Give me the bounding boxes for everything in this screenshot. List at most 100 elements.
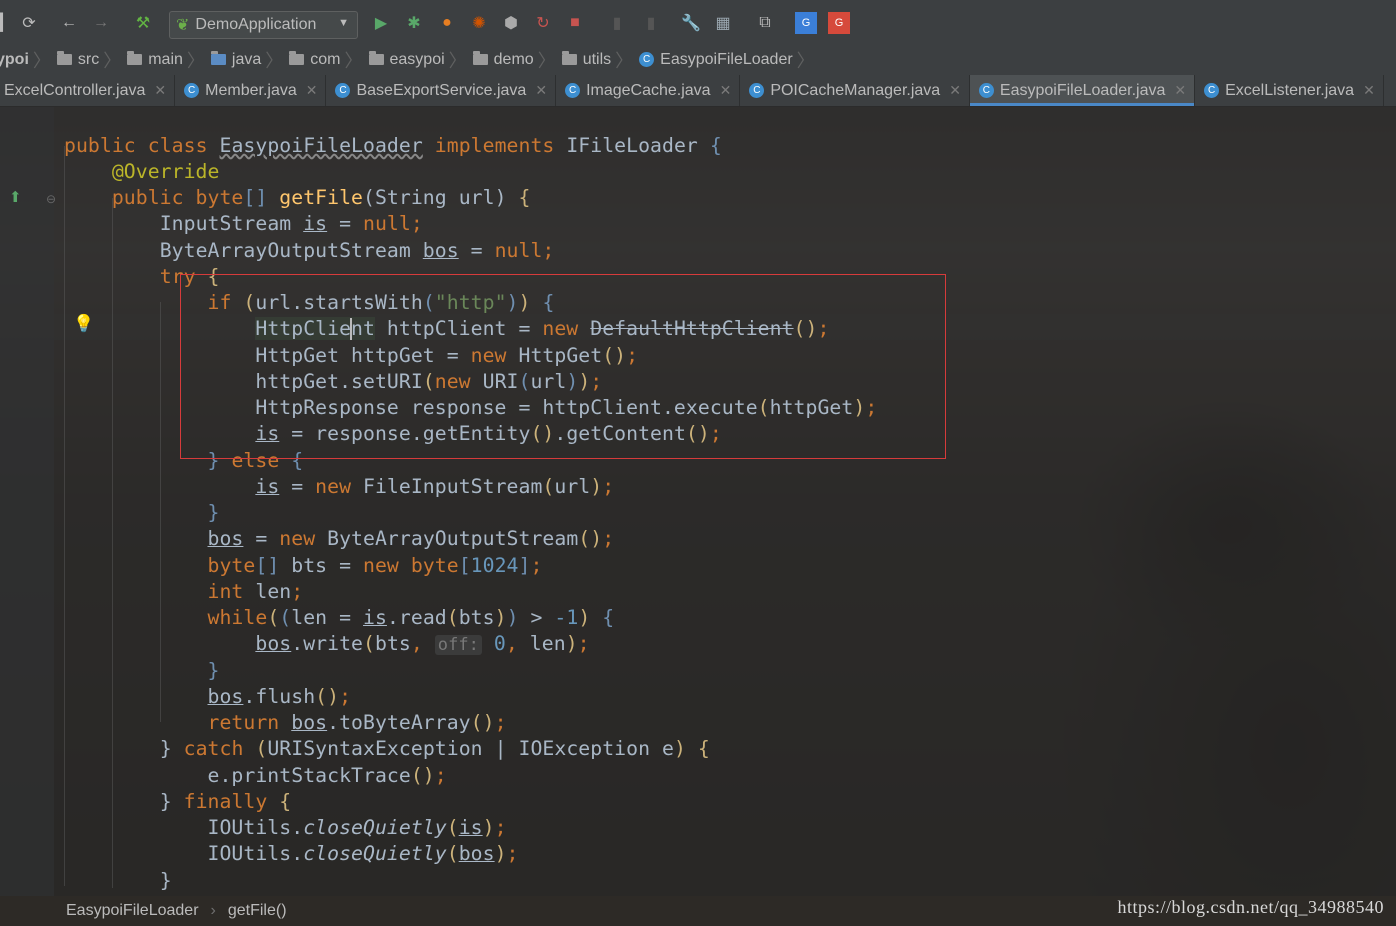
google-translate-icon[interactable]: G bbox=[795, 12, 817, 34]
structure-path-method[interactable]: getFile() bbox=[228, 902, 287, 920]
breadcrumb-src[interactable]: src bbox=[51, 51, 103, 69]
code-token: EasypoiFileLoader bbox=[219, 134, 423, 157]
breadcrumb-easypoi[interactable]: easypoi bbox=[363, 51, 449, 69]
breadcrumb-project[interactable]: ypoi bbox=[0, 51, 33, 69]
code-line: } bbox=[207, 659, 220, 682]
code-line: bos = new ByteArrayOutputStream(); bbox=[207, 527, 615, 550]
close-icon[interactable]: ✕ bbox=[1174, 82, 1186, 99]
code-token: 0 bbox=[493, 632, 506, 655]
breadcrumb-separator: 〉 bbox=[344, 50, 363, 71]
breadcrumb-class[interactable]: C EasypoiFileLoader bbox=[633, 51, 797, 69]
breadcrumb-separator: 〉 bbox=[796, 50, 815, 71]
code-line: InputStream is = null; bbox=[159, 212, 423, 235]
breadcrumb-java[interactable]: java bbox=[205, 51, 265, 69]
tab-poi-cache-manager[interactable]: C POICacheManager.java ✕ bbox=[740, 75, 970, 106]
code-line: } finally { bbox=[159, 790, 292, 813]
code-token: getFile bbox=[279, 186, 364, 209]
tab-label: Member.java bbox=[205, 81, 297, 99]
build-hammer-icon[interactable]: ⚒ bbox=[132, 12, 154, 34]
google-translate-alt-icon[interactable]: G bbox=[828, 12, 850, 34]
close-icon[interactable]: ✕ bbox=[154, 82, 166, 99]
code-line: } else { bbox=[207, 449, 304, 472]
class-icon: C bbox=[978, 83, 994, 98]
code-line: bos.write(bts, off: 0, len); bbox=[255, 632, 590, 655]
code-line: ByteArrayOutputStream bos = null; bbox=[159, 239, 555, 262]
text-caret bbox=[350, 318, 352, 340]
code-token: closeQuietly bbox=[303, 816, 447, 839]
code-line: is = response.getEntity().getContent(); bbox=[255, 422, 722, 445]
code-token: -1 bbox=[554, 606, 579, 629]
sdk-manager-icon[interactable]: ⧉ bbox=[754, 12, 776, 34]
tab-easypoi-file-loader[interactable]: C EasypoiFileLoader.java ✕ bbox=[969, 75, 1196, 106]
code-token: DefaultHttpClient bbox=[590, 317, 794, 340]
forward-icon[interactable]: → bbox=[90, 12, 112, 34]
code-line: e.printStackTrace(); bbox=[207, 764, 447, 787]
attach-debugger-icon[interactable]: ⬢ bbox=[500, 12, 522, 34]
run-icon[interactable]: ▶ bbox=[370, 12, 392, 34]
tab-excel-controller[interactable]: ExcelController.java ✕ bbox=[0, 75, 176, 106]
code-line: IOUtils.closeQuietly(is); bbox=[207, 816, 507, 839]
watermark: https://blog.csdn.net/qq_34988540 bbox=[1117, 897, 1384, 917]
synchronize-icon[interactable]: ⟳ bbox=[18, 12, 40, 34]
breadcrumb-demo[interactable]: demo bbox=[467, 51, 538, 69]
breadcrumb-utils[interactable]: utils bbox=[556, 51, 615, 69]
close-icon[interactable]: ✕ bbox=[306, 82, 318, 99]
code-line: byte[] bts = new byte[1024]; bbox=[207, 554, 543, 577]
tab-base-export-service[interactable]: C BaseExportService.java ✕ bbox=[326, 75, 557, 106]
close-icon[interactable]: ✕ bbox=[949, 82, 961, 99]
tab-label: ExcelController.java bbox=[4, 81, 146, 99]
run-configuration-select[interactable]: ❦ DemoApplication ▼ bbox=[169, 11, 358, 39]
profile-icon[interactable]: ✺ bbox=[468, 12, 490, 34]
stop-icon[interactable]: ■ bbox=[564, 12, 586, 34]
close-icon[interactable]: ✕ bbox=[1363, 82, 1375, 99]
code-editor[interactable]: ⬆ ⊖ 💡 public class EasypoiFileLoader imp… bbox=[0, 106, 1396, 896]
class-icon: C bbox=[335, 83, 351, 98]
tab-label: EasypoiFileLoader.java bbox=[999, 81, 1166, 99]
close-icon[interactable]: ✕ bbox=[720, 82, 732, 99]
class-icon: C bbox=[1204, 83, 1220, 98]
class-icon: C bbox=[565, 83, 581, 98]
breadcrumb-separator: 〉 bbox=[265, 50, 284, 71]
breadcrumb-main[interactable]: main bbox=[121, 51, 187, 69]
pause-icon[interactable]: ▮ bbox=[606, 12, 628, 34]
tab-label: ImageCache.java bbox=[586, 81, 711, 99]
tab-label: POICacheManager.java bbox=[770, 81, 941, 99]
run-config-label: DemoApplication bbox=[195, 16, 317, 33]
breadcrumb-separator: 〉 bbox=[32, 50, 51, 71]
editor-breadcrumb-bar: EasypoiFileLoader › getFile() https://bl… bbox=[0, 896, 1396, 926]
breadcrumb-com[interactable]: com bbox=[283, 51, 344, 69]
editor-tabs: ExcelController.java ✕ C Member.java ✕ C Bas… bbox=[0, 75, 1396, 107]
sync-edge-icon[interactable]: ▌ bbox=[0, 12, 14, 34]
tab-label: ExcelListener.java bbox=[1225, 81, 1355, 99]
class-icon: C bbox=[184, 83, 200, 98]
tab-image-cache[interactable]: C ImageCache.java ✕ bbox=[556, 75, 741, 106]
back-icon[interactable]: ← bbox=[58, 12, 80, 34]
code-line: try { bbox=[159, 265, 220, 288]
package-icon bbox=[289, 51, 305, 65]
breadcrumb-separator: 〉 bbox=[615, 50, 634, 71]
code-line: public byte[] getFile(String url) { bbox=[111, 186, 531, 209]
fold-marker-icon[interactable]: ⊖ bbox=[46, 192, 56, 206]
tab-label: BaseExportService.java bbox=[356, 81, 527, 99]
breadcrumb-label: com bbox=[310, 50, 341, 68]
override-method-icon[interactable]: ⬆ bbox=[9, 188, 22, 206]
tab-member[interactable]: C Member.java ✕ bbox=[175, 75, 327, 106]
close-icon[interactable]: ✕ bbox=[535, 82, 547, 99]
code-line: bos.flush(); bbox=[207, 685, 352, 708]
rerun-icon[interactable]: ↻ bbox=[532, 12, 554, 34]
breadcrumb-label: ypoi bbox=[0, 50, 29, 68]
step-icon[interactable]: ▮ bbox=[640, 12, 662, 34]
coverage-icon[interactable]: ● bbox=[436, 12, 458, 34]
wrench-settings-icon[interactable]: 🔧 bbox=[680, 12, 702, 34]
code-token: "http" bbox=[434, 291, 507, 314]
breadcrumb-label: demo bbox=[493, 50, 534, 68]
structure-path-class[interactable]: EasypoiFileLoader bbox=[66, 902, 199, 920]
debug-bug-icon[interactable]: ✱ bbox=[403, 12, 425, 34]
code-token: (String url) bbox=[363, 186, 507, 209]
code-token: class bbox=[147, 134, 208, 157]
code-token: public bbox=[64, 134, 136, 157]
tab-excel-listener[interactable]: C ExcelListener.java ✕ bbox=[1195, 75, 1384, 106]
project-structure-icon[interactable]: ▦ bbox=[712, 12, 734, 34]
code-line: while((len = is.read(bts)) > -1) { bbox=[207, 606, 615, 629]
breadcrumb: ypoi 〉 src 〉 main 〉 java 〉 com 〉 easypoi… bbox=[0, 44, 1396, 76]
